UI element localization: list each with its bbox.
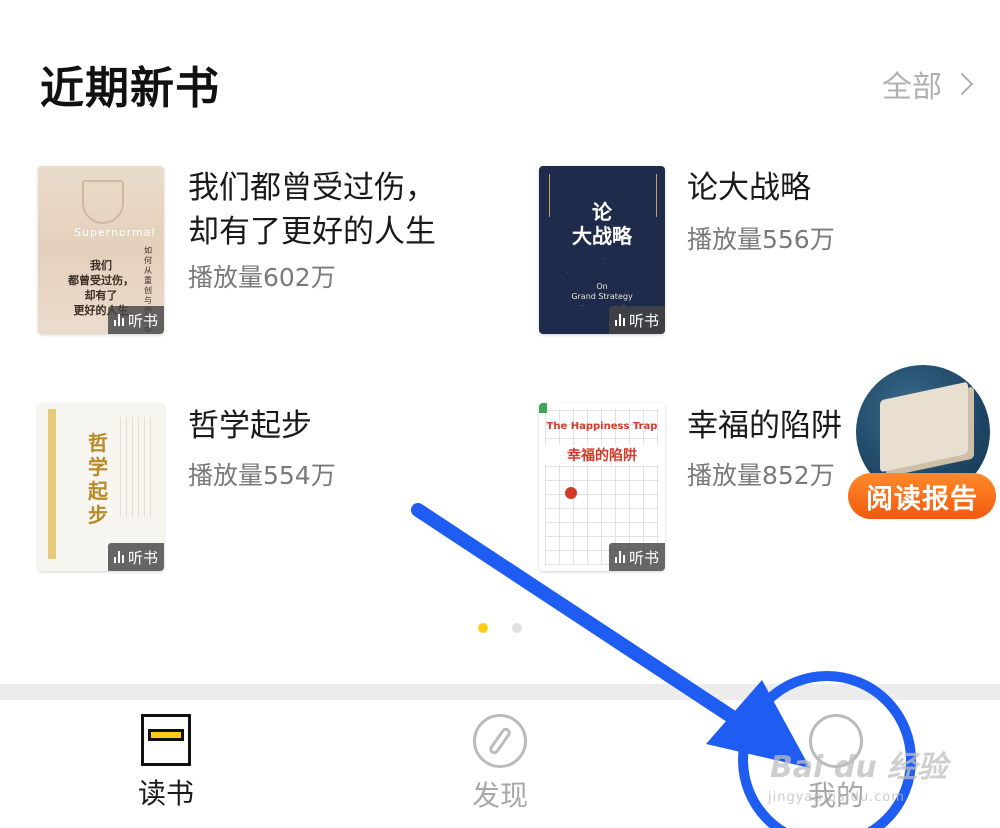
listen-tag: 听书 — [609, 306, 665, 334]
cover-cn-title: 哲学起步 — [88, 431, 108, 527]
tab-read-label: 读书 — [137, 777, 194, 810]
compass-icon — [473, 714, 527, 768]
book-title[interactable]: 论大战略 — [687, 166, 811, 210]
audio-bars-icon — [113, 551, 124, 563]
watermark: Bai du 经验 — [770, 750, 948, 785]
listen-tag-label: 听书 — [127, 311, 158, 330]
listen-tag: 听书 — [108, 306, 164, 334]
cover-corner-mark — [539, 403, 547, 413]
book-cover[interactable]: Supernormal 我们 都曾受过伤， 却有了 更好的人生 如何从重创与伤害… — [38, 166, 164, 334]
listen-tag-label: 听书 — [628, 548, 659, 567]
cover-balloon-icon — [565, 487, 577, 499]
watermark-url: jingyan.baidu.com — [768, 790, 905, 805]
audio-bars-icon — [614, 314, 625, 326]
listen-tag-label: 听书 — [628, 311, 659, 330]
cover-band — [48, 409, 56, 559]
cover-logo — [82, 180, 124, 224]
listen-tag: 听书 — [108, 543, 164, 571]
book-icon — [141, 714, 191, 766]
reading-report-label: 阅读报告 — [848, 473, 996, 519]
cover-decoration — [120, 417, 154, 517]
book-plays: 播放量554万 — [188, 461, 336, 490]
tabbar-divider — [0, 684, 1000, 700]
tab-read[interactable]: 读书 — [66, 714, 266, 812]
listen-tag-label: 听书 — [127, 548, 158, 567]
chevron-right-icon — [950, 72, 974, 96]
book-plays: 播放量852万 — [687, 461, 835, 490]
cover-maze — [545, 409, 659, 565]
listen-tag: 听书 — [609, 543, 665, 571]
section-title: 近期新书 — [40, 63, 220, 114]
book-cover[interactable]: 哲学起步 听书 — [38, 403, 164, 571]
cover-en-title: Supernormal — [74, 226, 156, 239]
book-cover[interactable]: 论 大战略 On Grand Strategy 听书 — [539, 166, 665, 334]
book-plays: 播放量602万 — [188, 263, 336, 292]
page-dot[interactable] — [512, 623, 522, 633]
reading-report-button[interactable]: 阅读报告 — [848, 365, 998, 525]
audio-bars-icon — [614, 551, 625, 563]
book-cover[interactable]: The Happiness Trap 幸福的陷阱 听书 — [539, 403, 665, 571]
book-title[interactable]: 我们都曾受过伤， 却有了更好的人生 — [188, 166, 436, 254]
tab-discover[interactable]: 发现 — [400, 714, 600, 814]
book-title[interactable]: 幸福的陷阱 — [687, 404, 842, 448]
book-title[interactable]: 哲学起步 — [188, 404, 312, 448]
open-book-icon — [880, 381, 968, 473]
audio-bars-icon — [113, 314, 124, 326]
book-plays: 播放量556万 — [687, 225, 835, 254]
tab-discover-label: 发现 — [471, 779, 528, 812]
page-dot-active[interactable] — [478, 623, 488, 633]
cover-en-title: On Grand Strategy — [571, 282, 633, 301]
cover-cn-title: 幸福的陷阱 — [539, 445, 665, 465]
cover-en-title: The Happiness Trap — [546, 421, 658, 432]
page-indicator — [478, 623, 522, 633]
cover-cn-title: 论 大战略 — [572, 200, 632, 248]
see-all-link[interactable]: 全部 — [882, 62, 974, 106]
see-all-label: 全部 — [882, 70, 942, 105]
